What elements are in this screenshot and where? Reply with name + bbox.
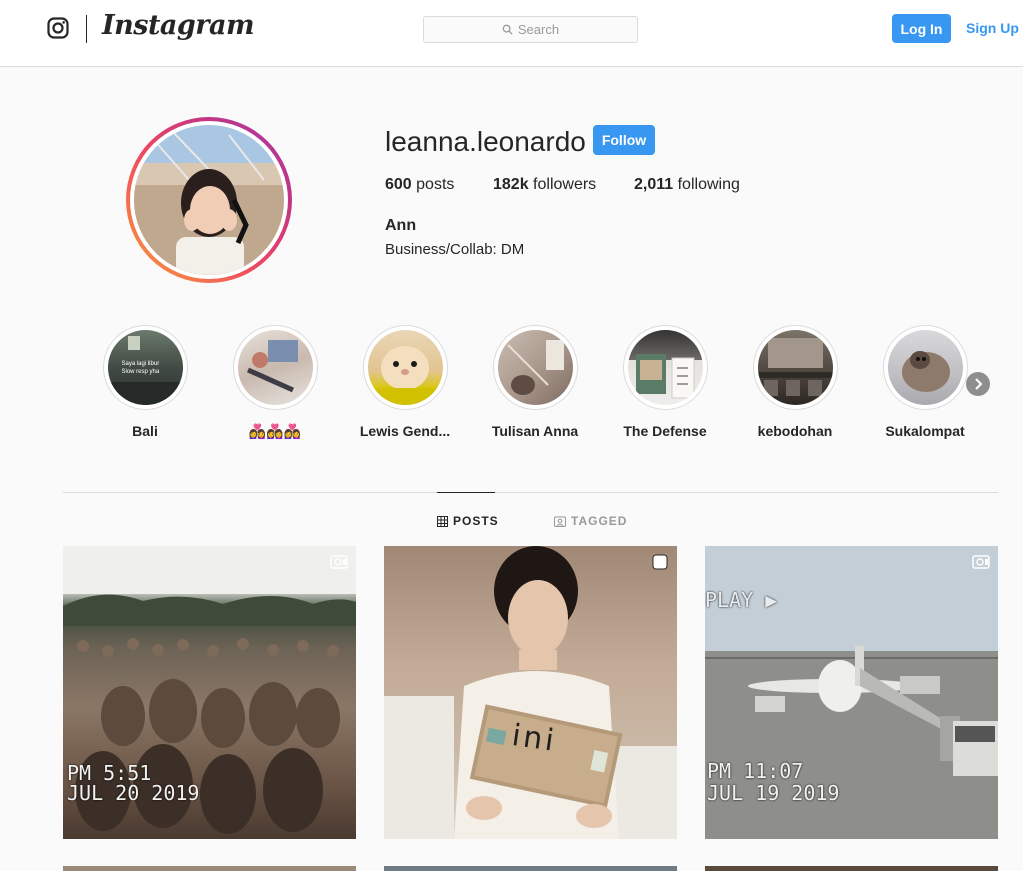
following-count-label: following — [677, 176, 740, 193]
highlight-the-defense[interactable]: The Defense — [600, 325, 730, 439]
highlight-cover: Saya lagi libur Slow resp yha — [107, 330, 183, 405]
highlight-label: kebodohan — [757, 423, 833, 439]
post-tile[interactable]: PM 5:51 JUL 20 2019 — [63, 546, 356, 839]
highlight-ring: Saya lagi libur Slow resp yha — [102, 325, 188, 410]
avatar-border — [130, 121, 288, 279]
highlight-label: Sukalompat — [885, 423, 965, 439]
post-tile-partial[interactable] — [63, 866, 356, 871]
post-timestamp-time: PM 11:07 — [707, 759, 804, 783]
highlight-ring — [882, 325, 968, 410]
avatar[interactable] — [126, 117, 292, 283]
highlight-cover — [627, 330, 703, 405]
profile-full-name: Ann — [385, 217, 417, 234]
post-tile-partial[interactable] — [384, 866, 677, 871]
grid-icon — [437, 515, 448, 527]
tab-posts[interactable]: POSTS — [437, 514, 499, 528]
highlight-cover — [237, 330, 313, 405]
follow-button[interactable]: Follow — [593, 125, 655, 155]
login-button[interactable]: Log In — [892, 14, 951, 43]
header-divider — [86, 15, 87, 43]
highlight-emoji[interactable]: 👩‍❤️‍👩👩‍❤️‍👩👩‍❤️‍👩 — [210, 325, 340, 440]
highlight-cover — [497, 330, 573, 405]
video-camera-icon — [972, 555, 990, 569]
profile-bio: Business/Collab: DM — [385, 241, 525, 258]
highlight-caption: Saya lagi libur Slow resp yha — [121, 361, 160, 375]
highlight-bali[interactable]: Saya lagi libur Slow resp yha Bali — [80, 325, 210, 439]
highlights-next-button[interactable] — [966, 372, 990, 396]
instagram-glyph-icon[interactable] — [47, 17, 69, 39]
tabs-divider — [63, 492, 998, 493]
followers-count-label: followers — [533, 176, 597, 193]
tab-active-indicator — [437, 492, 495, 493]
highlight-label: Bali — [132, 423, 158, 439]
highlight-cover-art — [635, 354, 694, 399]
highlight-cover — [367, 330, 443, 405]
avatar-illustration — [134, 125, 284, 275]
highlight-cover-art — [367, 346, 443, 405]
highlight-label: Tulisan Anna — [491, 423, 579, 439]
highlight-tulisan[interactable]: Tulisan Anna — [470, 325, 600, 439]
following-count-value: 2,011 — [634, 176, 674, 193]
post-tile[interactable]: PLAY ▶ PM 11:07 JUL 19 2019 — [705, 546, 998, 839]
highlight-label: The Defense — [623, 423, 707, 439]
avatar-photo — [134, 125, 284, 275]
profile-username: leanna.leonardo — [385, 126, 586, 157]
posts-count-value: 600 — [385, 176, 412, 193]
tab-tagged[interactable]: TAGGED — [554, 514, 627, 528]
posts-count: 600 posts — [385, 176, 454, 194]
chevron-right-icon — [975, 378, 983, 390]
highlight-ring — [752, 325, 838, 410]
posts-count-label: posts — [416, 176, 455, 193]
tab-posts-label: POSTS — [453, 514, 499, 528]
video-camera-icon — [330, 555, 348, 569]
multiple-posts-icon — [652, 554, 668, 570]
search-placeholder: Search — [517, 22, 560, 37]
search-icon — [502, 24, 513, 35]
highlight-label: Lewis Gend... — [359, 423, 451, 439]
highlight-cover-art — [901, 351, 950, 392]
followers-count-value: 182k — [493, 176, 529, 193]
highlight-ring — [362, 325, 448, 410]
highlight-cover — [887, 330, 963, 405]
highlight-lewis[interactable]: Lewis Gend... — [340, 325, 470, 439]
highlight-cover-art — [506, 340, 564, 395]
instagram-wordmark[interactable]: Instagram — [102, 10, 255, 41]
followers-count[interactable]: 182k followers — [493, 176, 596, 194]
highlight-ring — [492, 325, 578, 410]
post-play-overlay: PLAY ▶ — [705, 588, 778, 612]
highlight-cover — [757, 330, 833, 405]
highlight-label: 👩‍❤️‍👩👩‍❤️‍👩👩‍❤️‍👩 — [248, 423, 302, 439]
highlight-ring — [232, 325, 318, 410]
highlight-ring — [622, 325, 708, 410]
post-tile[interactable]: ini — [384, 546, 677, 839]
highlight-cover-art — [757, 338, 833, 396]
post-overlay-text: ini — [509, 718, 559, 759]
highlight-cover-art — [246, 340, 298, 393]
highlight-kebodohan[interactable]: kebodohan — [730, 325, 860, 439]
tab-tagged-label: TAGGED — [571, 514, 628, 528]
post-timestamp-date: JUL 19 2019 — [707, 781, 840, 805]
top-nav: Instagram Search Log In Sign Up — [0, 0, 1023, 67]
post-image — [384, 546, 677, 839]
signup-link[interactable]: Sign Up — [966, 20, 1019, 36]
tagged-icon — [554, 516, 566, 527]
post-timestamp-date: JUL 20 2019 — [67, 781, 200, 805]
post-tile-partial[interactable] — [705, 866, 998, 871]
following-count[interactable]: 2,011 following — [634, 176, 740, 194]
search-input[interactable]: Search — [423, 16, 638, 43]
